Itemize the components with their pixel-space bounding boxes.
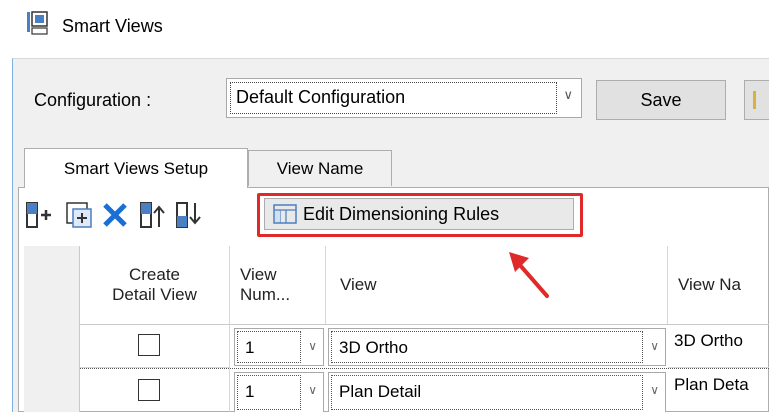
save-button[interactable]: Save [596, 80, 726, 120]
smart-views-icon [26, 11, 48, 35]
column-header-create-detail[interactable]: Create Detail View [80, 246, 230, 324]
edit-dimensioning-rules-button[interactable]: Edit Dimensioning Rules [264, 198, 574, 230]
view-name-cell[interactable]: 3D Ortho [668, 324, 769, 368]
delete-icon[interactable] [100, 200, 130, 230]
row-header-column [24, 246, 80, 412]
view-value: 3D Ortho [339, 338, 408, 357]
window-title: Smart Views [62, 16, 163, 36]
column-header-view-name[interactable]: View Na [668, 246, 769, 324]
dimension-icon [273, 203, 297, 225]
create-detail-checkbox[interactable] [138, 334, 160, 356]
move-down-icon[interactable] [174, 200, 204, 230]
view-name-value: Plan Deta [674, 375, 749, 394]
tab-smart-views-setup[interactable]: Smart Views Setup [24, 148, 248, 188]
column-header-label: View Num... [240, 265, 291, 304]
table-row [80, 369, 230, 412]
add-row-icon[interactable] [24, 200, 54, 230]
view-select[interactable]: 3D Ortho ∨ [328, 328, 666, 366]
view-value: Plan Detail [339, 382, 422, 401]
move-up-icon[interactable] [138, 200, 168, 230]
column-header-label: Create Detail View [112, 265, 197, 304]
insert-icon[interactable] [64, 200, 94, 230]
edit-dimensioning-label: Edit Dimensioning Rules [303, 203, 500, 224]
column-header-view-num[interactable]: View Num... [230, 246, 326, 324]
chevron-down-icon: ∨ [308, 383, 317, 397]
create-detail-checkbox[interactable] [138, 379, 160, 401]
column-header-label: View [340, 275, 377, 294]
title-bar: Smart Views [0, 0, 769, 58]
partial-button[interactable] [744, 80, 769, 120]
view-num-value: 1 [245, 382, 255, 401]
tab-view-name[interactable]: View Name [248, 150, 392, 186]
view-num-select[interactable]: 1 ∨ [234, 372, 324, 412]
view-name-cell[interactable]: Plan Deta [668, 369, 769, 412]
view-name-value: 3D Ortho [674, 331, 743, 350]
column-header-label: View Na [678, 275, 741, 294]
chevron-down-icon: ∨ [563, 87, 573, 102]
chevron-down-icon: ∨ [308, 339, 317, 353]
configuration-value: Default Configuration [236, 87, 406, 107]
column-header-view[interactable]: View [326, 246, 668, 324]
chevron-down-icon: ∨ [650, 383, 659, 397]
view-select[interactable]: Plan Detail ∨ [328, 372, 666, 412]
table-row [80, 324, 230, 368]
configuration-select[interactable]: Default Configuration ∨ [226, 78, 582, 118]
configuration-label: Configuration : [34, 90, 152, 110]
view-num-value: 1 [245, 338, 255, 357]
chevron-down-icon: ∨ [650, 339, 659, 353]
view-num-select[interactable]: 1 ∨ [234, 328, 324, 366]
